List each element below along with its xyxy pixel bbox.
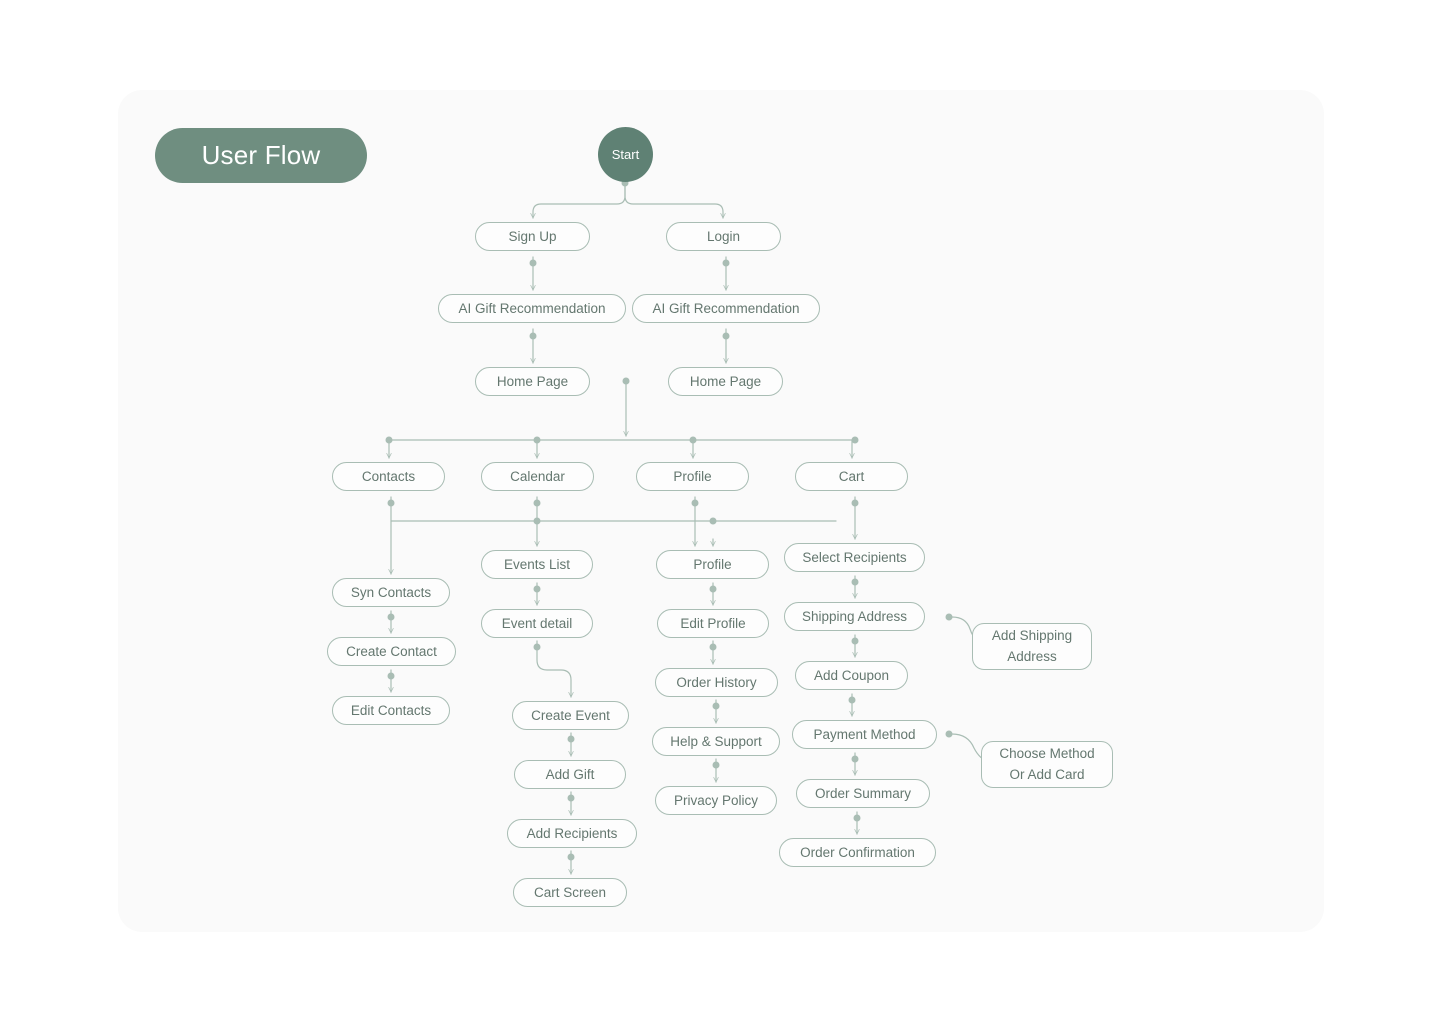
node-ai_gift_left-label: AI Gift Recommendation	[458, 300, 606, 316]
node-create_event[interactable]: Create Event	[512, 701, 629, 730]
node-select_recipients-label: Select Recipients	[802, 549, 907, 565]
node-shipping_address-label: Shipping Address	[801, 608, 908, 624]
node-calendar-label: Calendar	[510, 468, 565, 484]
page-title: User Flow	[155, 128, 367, 183]
node-calendar[interactable]: Calendar	[481, 462, 594, 491]
node-ai_gift_right[interactable]: AI Gift Recommendation	[632, 294, 820, 323]
node-create_contact[interactable]: Create Contact	[327, 637, 456, 666]
node-cart_screen[interactable]: Cart Screen	[513, 878, 627, 907]
node-order_summary[interactable]: Order Summary	[796, 779, 930, 808]
node-home_left-label: Home Page	[496, 373, 569, 389]
node-sign_up-label: Sign Up	[508, 228, 557, 244]
node-start[interactable]: Start	[598, 127, 653, 182]
node-login-label: Login	[706, 228, 741, 244]
node-contacts[interactable]: Contacts	[332, 462, 445, 491]
node-home_right[interactable]: Home Page	[668, 367, 783, 396]
node-cart[interactable]: Cart	[795, 462, 908, 491]
node-privacy_policy[interactable]: Privacy Policy	[655, 786, 777, 815]
node-ai_gift_left[interactable]: AI Gift Recommendation	[438, 294, 626, 323]
node-help_support[interactable]: Help & Support	[652, 727, 780, 756]
node-order_history[interactable]: Order History	[655, 668, 778, 697]
node-order_history-label: Order History	[676, 674, 757, 690]
node-privacy_policy-label: Privacy Policy	[673, 792, 759, 808]
node-add_coupon[interactable]: Add Coupon	[795, 661, 908, 690]
node-add_shipping_address-label: Add Shipping Address	[991, 627, 1073, 664]
node-profile_tab-label: Profile	[673, 468, 712, 484]
node-login[interactable]: Login	[666, 222, 781, 251]
node-contacts-label: Contacts	[361, 468, 416, 484]
node-syn_contacts-label: Syn Contacts	[350, 584, 432, 600]
node-choose_method-label: Choose Method Or Add Card	[999, 745, 1095, 782]
node-order_confirmation-label: Order Confirmation	[800, 844, 915, 860]
node-event_detail-label: Event detail	[501, 615, 573, 631]
node-create_contact-label: Create Contact	[346, 643, 437, 659]
node-start-label: Start	[611, 147, 640, 162]
node-choose_method[interactable]: Choose Method Or Add Card	[981, 741, 1113, 788]
node-payment_method[interactable]: Payment Method	[792, 720, 937, 749]
node-payment_method-label: Payment Method	[813, 726, 916, 742]
node-syn_contacts[interactable]: Syn Contacts	[332, 578, 450, 607]
node-order_summary-label: Order Summary	[814, 785, 912, 801]
node-edit_contacts[interactable]: Edit Contacts	[332, 696, 450, 725]
node-add_coupon-label: Add Coupon	[813, 667, 890, 683]
node-cart_screen-label: Cart Screen	[533, 884, 607, 900]
node-create_event-label: Create Event	[531, 707, 610, 723]
node-profile_tab[interactable]: Profile	[636, 462, 749, 491]
node-home_right-label: Home Page	[689, 373, 762, 389]
node-edit_profile[interactable]: Edit Profile	[657, 609, 769, 638]
node-cart-label: Cart	[838, 468, 865, 484]
node-events_list[interactable]: Events List	[481, 550, 593, 579]
node-shipping_address[interactable]: Shipping Address	[784, 602, 925, 631]
node-add_recipients[interactable]: Add Recipients	[507, 819, 637, 848]
node-event_detail[interactable]: Event detail	[481, 609, 593, 638]
node-events_list-label: Events List	[503, 556, 571, 572]
node-sign_up[interactable]: Sign Up	[475, 222, 590, 251]
node-add_gift[interactable]: Add Gift	[514, 760, 626, 789]
node-select_recipients[interactable]: Select Recipients	[784, 543, 925, 572]
page-title-label: User Flow	[201, 140, 321, 170]
node-order_confirmation[interactable]: Order Confirmation	[779, 838, 936, 867]
user-flow-canvas: User Flow Start Sign Up Login AI Gift Reco…	[0, 0, 1440, 1024]
node-add_recipients-label: Add Recipients	[526, 825, 618, 841]
node-profile_detail-label: Profile	[693, 556, 732, 572]
node-profile_detail[interactable]: Profile	[656, 550, 769, 579]
node-add_shipping_address[interactable]: Add Shipping Address	[972, 623, 1092, 670]
node-home_left[interactable]: Home Page	[475, 367, 590, 396]
node-add_gift-label: Add Gift	[545, 766, 595, 782]
node-edit_profile-label: Edit Profile	[680, 615, 746, 631]
node-help_support-label: Help & Support	[670, 733, 762, 749]
node-edit_contacts-label: Edit Contacts	[350, 702, 432, 718]
node-ai_gift_right-label: AI Gift Recommendation	[652, 300, 800, 316]
